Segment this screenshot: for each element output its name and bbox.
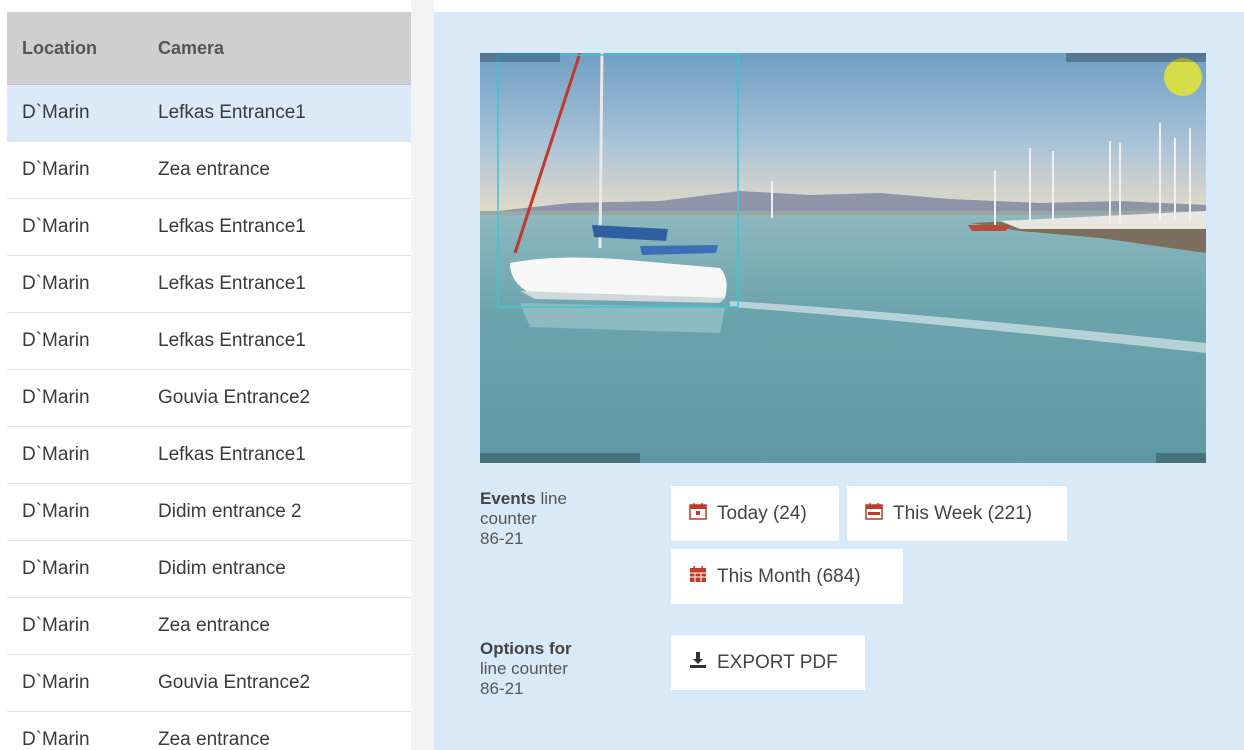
table-body: D`Marin Lefkas Entrance1 D`Marin Zea entran… — [7, 85, 411, 750]
cell-camera: Didim entrance — [158, 558, 286, 579]
options-title: Options for — [480, 639, 572, 658]
options-label: Options for line counter 86-21 — [480, 639, 610, 699]
cell-camera: Gouvia Entrance2 — [158, 387, 311, 408]
today-button[interactable]: Today (24) — [671, 486, 839, 541]
export-pdf-button[interactable]: EXPORT PDF — [671, 635, 865, 690]
table-row[interactable]: D`Marin Lefkas Entrance1 — [7, 256, 411, 313]
this-week-button[interactable]: This Week (221) — [847, 486, 1067, 541]
options-id: 86-21 — [480, 679, 524, 698]
table-row[interactable]: D`Marin Didim entrance 2 — [7, 484, 411, 541]
cell-location: D`Marin — [22, 558, 90, 579]
cell-camera: Lefkas Entrance1 — [158, 216, 306, 237]
cell-location: D`Marin — [22, 387, 90, 408]
cell-camera: Didim entrance 2 — [158, 501, 302, 522]
table-row[interactable]: D`Marin Gouvia Entrance2 — [7, 655, 411, 712]
table-row[interactable]: D`Marin Lefkas Entrance1 — [7, 427, 411, 484]
table-row[interactable]: D`Marin Zea entrance — [7, 598, 411, 655]
calendar-day-icon — [689, 502, 707, 526]
header-camera[interactable]: Camera — [158, 38, 224, 59]
cell-camera: Lefkas Entrance1 — [158, 273, 306, 294]
export-pdf-label: EXPORT PDF — [717, 651, 838, 673]
camera-image — [480, 53, 1206, 463]
cell-location: D`Marin — [22, 729, 90, 750]
divider — [411, 0, 434, 750]
cell-location: D`Marin — [22, 159, 90, 180]
download-icon — [689, 651, 707, 675]
calendar-month-icon — [689, 565, 707, 589]
this-month-label: This Month (684) — [717, 565, 861, 587]
table-row[interactable]: D`Marin Lefkas Entrance1 — [7, 313, 411, 370]
cell-camera: Lefkas Entrance1 — [158, 444, 306, 465]
table-row[interactable]: D`Marin Didim entrance — [7, 541, 411, 598]
camera-snapshot[interactable] — [480, 53, 1206, 463]
cell-location: D`Marin — [22, 330, 90, 351]
cell-location: D`Marin — [22, 615, 90, 636]
events-label: Events line counter 86-21 — [480, 489, 610, 549]
cell-camera: Zea entrance — [158, 159, 270, 180]
cell-location: D`Marin — [22, 501, 90, 522]
table-row[interactable]: D`Marin Lefkas Entrance1 — [7, 199, 411, 256]
detail-panel: Events line counter 86-21 Today (24) Thi… — [434, 12, 1244, 750]
options-subtitle: line counter — [480, 659, 568, 678]
today-label: Today (24) — [717, 502, 807, 524]
calendar-week-icon — [865, 502, 883, 526]
cell-camera: Lefkas Entrance1 — [158, 330, 306, 351]
events-title: Events — [480, 489, 536, 508]
cell-location: D`Marin — [22, 672, 90, 693]
table-header: Location Camera — [7, 12, 411, 85]
this-month-button[interactable]: This Month (684) — [671, 549, 903, 604]
cell-camera: Zea entrance — [158, 729, 270, 750]
cell-location: D`Marin — [22, 216, 90, 237]
table-row[interactable]: D`Marin Gouvia Entrance2 — [7, 370, 411, 427]
cell-camera: Lefkas Entrance1 — [158, 102, 306, 123]
table-row[interactable]: D`Marin Zea entrance — [7, 712, 411, 750]
table-row[interactable]: D`Marin Zea entrance — [7, 142, 411, 199]
cell-location: D`Marin — [22, 444, 90, 465]
events-id: 86-21 — [480, 529, 524, 548]
cell-location: D`Marin — [22, 273, 90, 294]
camera-table: Location Camera D`Marin Lefkas Entrance1 D… — [7, 12, 411, 750]
cell-camera: Gouvia Entrance2 — [158, 672, 311, 693]
cell-location: D`Marin — [22, 102, 90, 123]
header-location[interactable]: Location — [22, 38, 97, 59]
this-week-label: This Week (221) — [893, 502, 1033, 524]
table-row[interactable]: D`Marin Lefkas Entrance1 — [7, 85, 411, 142]
cell-camera: Zea entrance — [158, 615, 270, 636]
